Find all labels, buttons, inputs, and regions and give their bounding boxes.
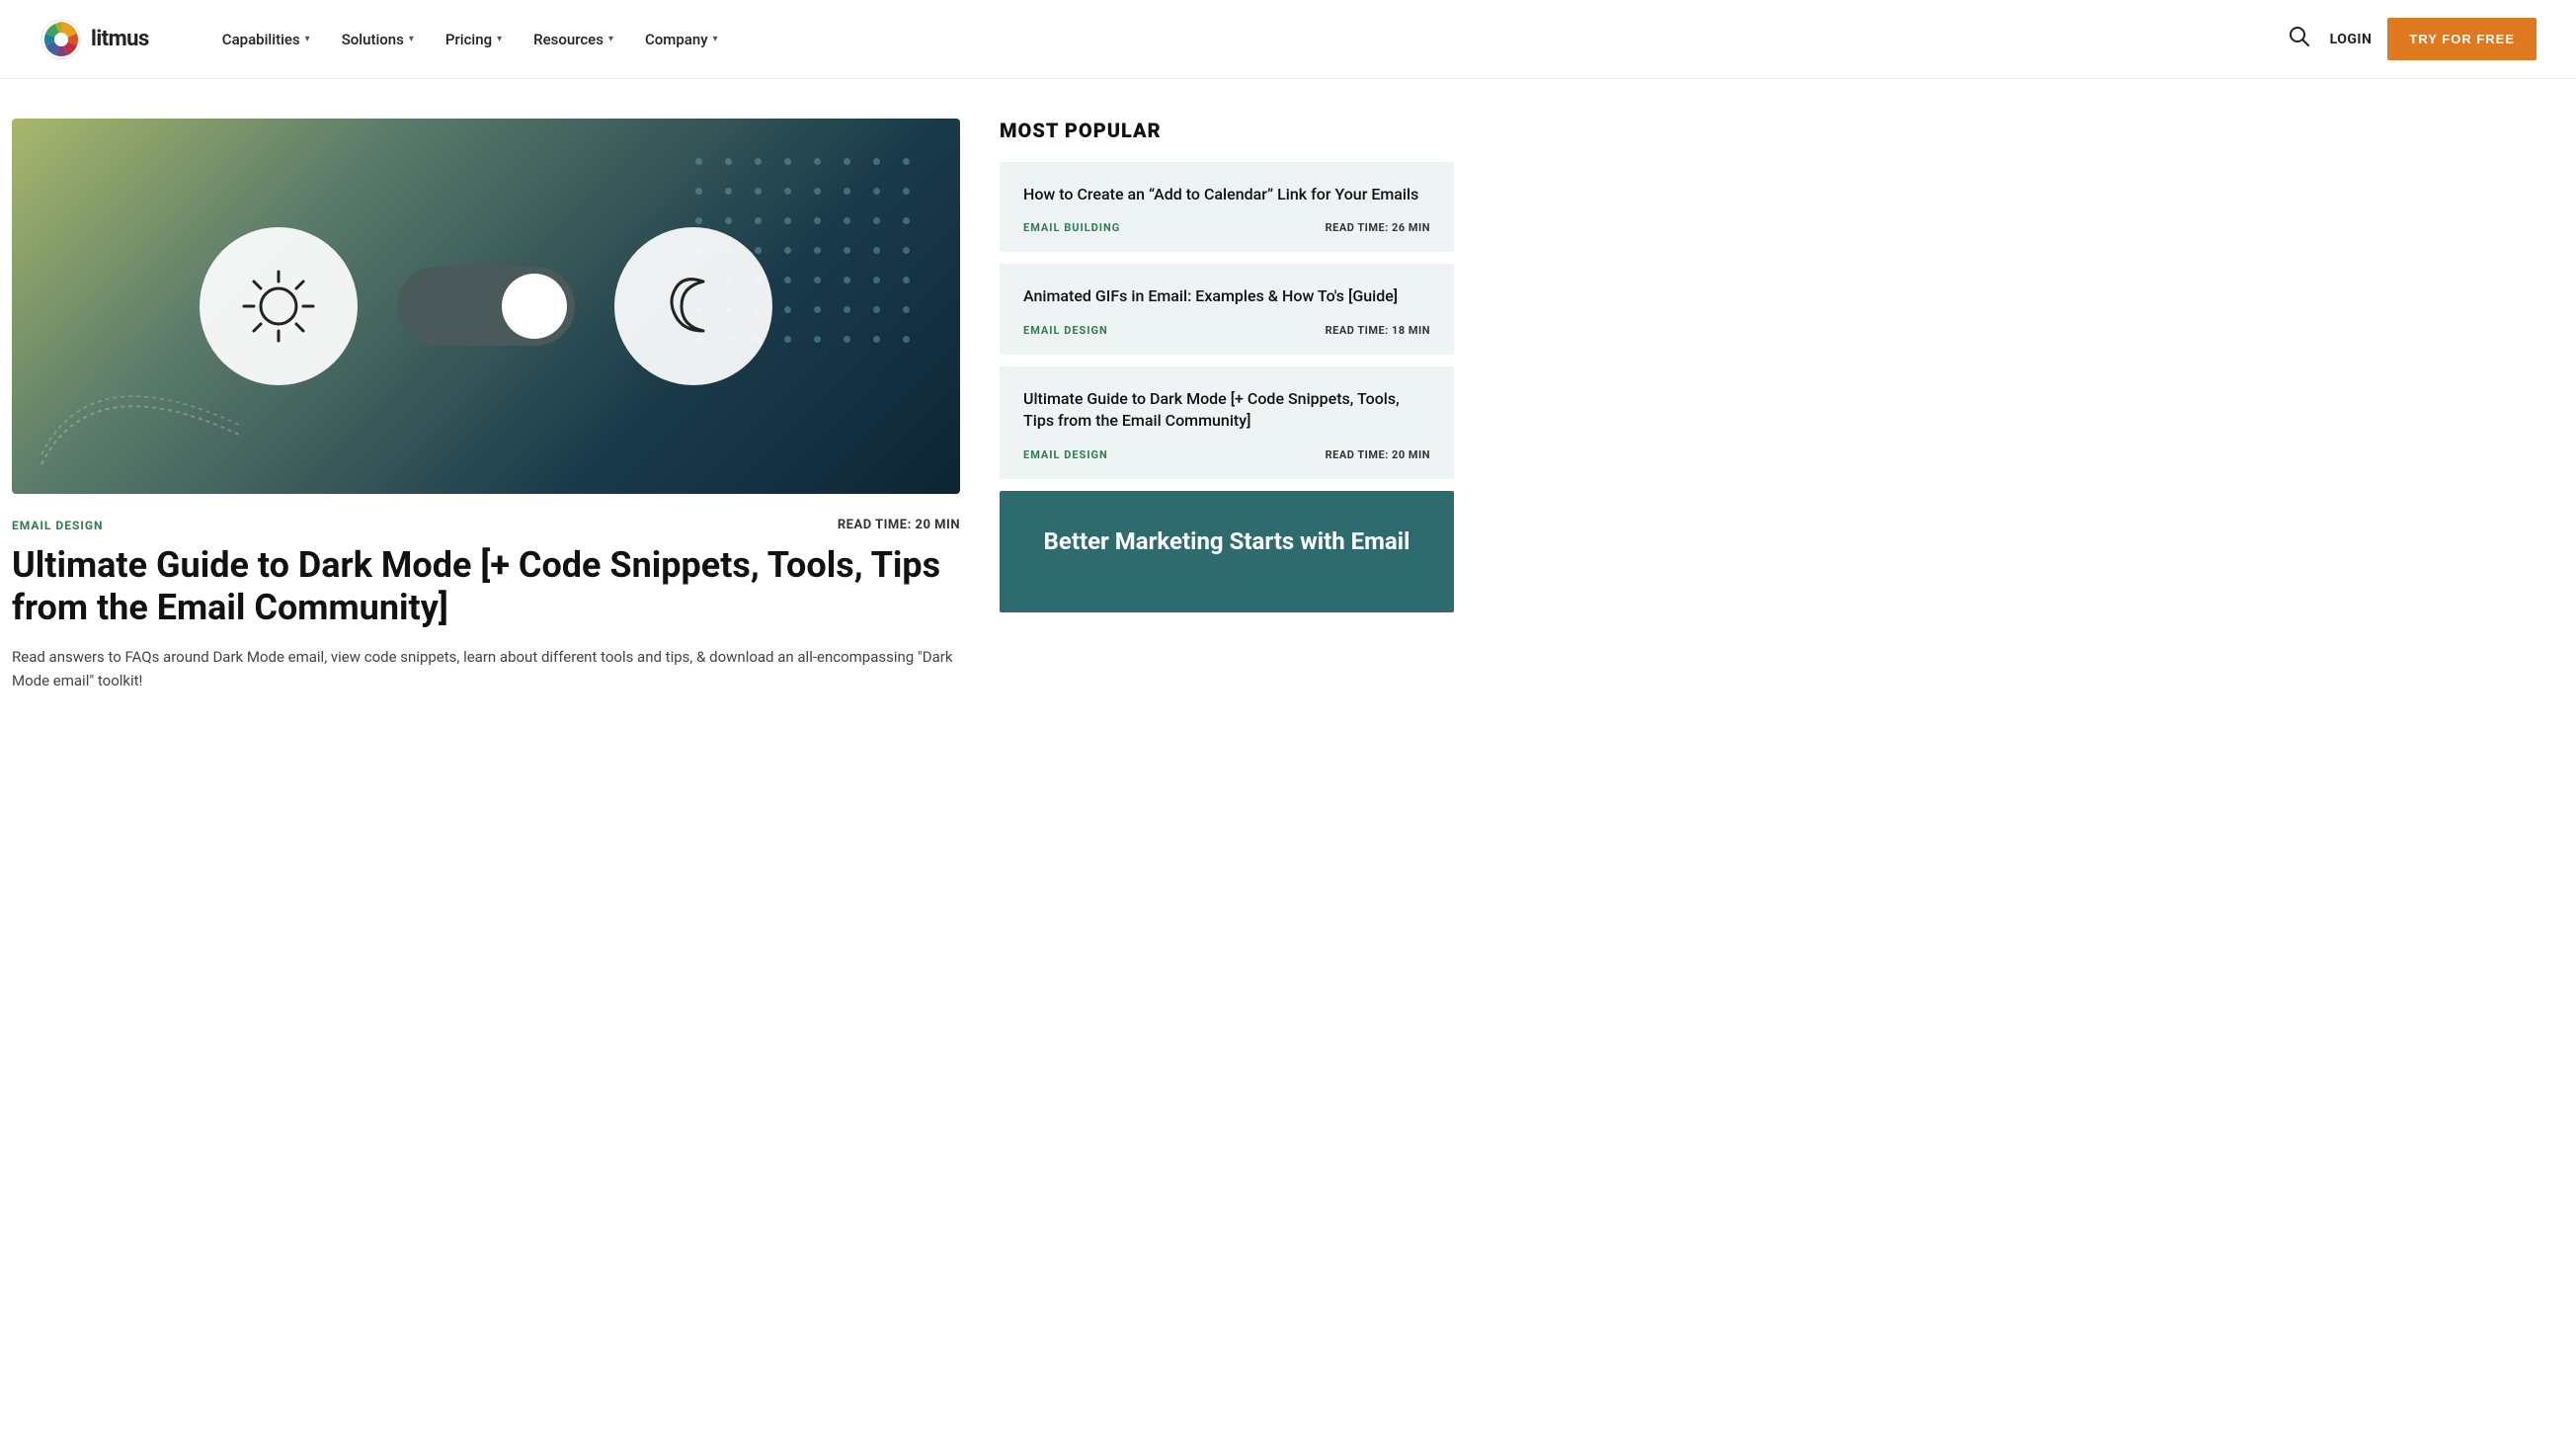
main-container: // generate dots in template after page-… bbox=[0, 79, 2576, 744]
hero-dot bbox=[725, 158, 732, 165]
hero-dot bbox=[755, 188, 762, 195]
hero-dot bbox=[784, 277, 791, 283]
hero-dot bbox=[903, 247, 910, 254]
hero-dot bbox=[873, 336, 880, 343]
hero-dot bbox=[844, 306, 850, 313]
nav-links: Capabilities ▾ Solutions ▾ Pricing ▾ Res… bbox=[208, 23, 2285, 56]
hero-dot bbox=[873, 158, 880, 165]
popular-card-1[interactable]: How to Create an “Add to Calendar” Link … bbox=[1000, 162, 1454, 252]
navigation: litmus Capabilities ▾ Solutions ▾ Pricin… bbox=[0, 0, 2576, 79]
popular-card-category-1: EMAIL BUILDING bbox=[1023, 221, 1120, 234]
popular-card-category-2: EMAIL DESIGN bbox=[1023, 324, 1108, 337]
hero-dot bbox=[873, 188, 880, 195]
hero-icons bbox=[200, 227, 772, 385]
left-content: // generate dots in template after page-… bbox=[12, 119, 960, 704]
hero-dot bbox=[903, 336, 910, 343]
hero-dot bbox=[903, 306, 910, 313]
chevron-down-icon: ▾ bbox=[305, 34, 310, 44]
search-icon[interactable] bbox=[2285, 22, 2314, 56]
article-meta-row: EMAIL DESIGN READ TIME: 20 MIN bbox=[12, 518, 960, 532]
article-description: Read answers to FAQs around Dark Mode em… bbox=[12, 645, 960, 692]
popular-card-3[interactable]: Ultimate Guide to Dark Mode [+ Code Snip… bbox=[1000, 366, 1454, 479]
nav-item-capabilities[interactable]: Capabilities ▾ bbox=[208, 23, 324, 56]
hero-dot bbox=[755, 217, 762, 224]
hero-dot bbox=[844, 336, 850, 343]
hero-dot bbox=[844, 277, 850, 283]
hero-dot bbox=[814, 158, 821, 165]
popular-card-meta-1: EMAIL BUILDING READ TIME: 26 MIN bbox=[1023, 221, 1430, 234]
hero-dot bbox=[873, 217, 880, 224]
chevron-down-icon: ▾ bbox=[713, 34, 718, 44]
hero-dot bbox=[814, 277, 821, 283]
popular-card-readtime-1: READ TIME: 26 MIN bbox=[1326, 221, 1430, 234]
right-sidebar: MOST POPULAR How to Create an “Add to Ca… bbox=[1000, 119, 1454, 612]
hero-dot bbox=[844, 188, 850, 195]
nav-item-pricing[interactable]: Pricing ▾ bbox=[432, 23, 516, 56]
article-title: Ultimate Guide to Dark Mode [+ Code Snip… bbox=[12, 544, 960, 629]
article-category: EMAIL DESIGN bbox=[12, 519, 104, 532]
hero-dot bbox=[725, 188, 732, 195]
article-read-time: READ TIME: 20 MIN bbox=[838, 518, 960, 532]
hero-dot bbox=[784, 188, 791, 195]
logo-text: litmus bbox=[91, 27, 149, 51]
popular-card-title-1: How to Create an “Add to Calendar” Link … bbox=[1023, 184, 1430, 205]
popular-card-category-3: EMAIL DESIGN bbox=[1023, 448, 1108, 461]
hero-dot bbox=[814, 188, 821, 195]
nav-item-company[interactable]: Company ▾ bbox=[631, 23, 732, 56]
popular-card-readtime-3: READ TIME: 20 MIN bbox=[1326, 448, 1430, 461]
toggle-knob bbox=[502, 274, 567, 339]
cta-card-title: Better Marketing Starts with Email bbox=[1027, 526, 1426, 557]
sun-circle bbox=[200, 227, 358, 385]
popular-card-meta-2: EMAIL DESIGN READ TIME: 18 MIN bbox=[1023, 324, 1430, 337]
hero-dot bbox=[903, 158, 910, 165]
moon-icon bbox=[654, 267, 733, 346]
chevron-down-icon: ▾ bbox=[497, 34, 502, 44]
hero-image: // generate dots in template after page-… bbox=[12, 119, 960, 494]
popular-card-readtime-2: READ TIME: 18 MIN bbox=[1326, 324, 1430, 337]
most-popular-heading: MOST POPULAR bbox=[1000, 119, 1454, 142]
hero-dot bbox=[844, 247, 850, 254]
hero-dot bbox=[903, 277, 910, 283]
hero-dot bbox=[903, 188, 910, 195]
popular-card-title-3: Ultimate Guide to Dark Mode [+ Code Snip… bbox=[1023, 388, 1430, 433]
hero-dot bbox=[873, 277, 880, 283]
nav-item-resources[interactable]: Resources ▾ bbox=[520, 23, 627, 56]
hero-dot bbox=[814, 217, 821, 224]
hero-dot bbox=[873, 306, 880, 313]
popular-card-title-2: Animated GIFs in Email: Examples & How T… bbox=[1023, 285, 1430, 307]
hero-dot bbox=[844, 158, 850, 165]
hero-dot bbox=[784, 306, 791, 313]
article-meta: EMAIL DESIGN READ TIME: 20 MIN Ultimate … bbox=[12, 494, 960, 704]
hero-dot bbox=[725, 217, 732, 224]
nav-item-solutions[interactable]: Solutions ▾ bbox=[328, 23, 428, 56]
chevron-down-icon: ▾ bbox=[608, 34, 613, 44]
hero-dot bbox=[784, 158, 791, 165]
logo-link[interactable]: litmus bbox=[40, 18, 149, 61]
hero-dot bbox=[814, 336, 821, 343]
login-button[interactable]: LOGIN bbox=[2330, 32, 2373, 47]
hero-dot bbox=[784, 247, 791, 254]
cta-card: Better Marketing Starts with Email bbox=[1000, 491, 1454, 612]
popular-card-2[interactable]: Animated GIFs in Email: Examples & How T… bbox=[1000, 264, 1454, 354]
hero-dot bbox=[873, 247, 880, 254]
moon-circle bbox=[614, 227, 772, 385]
toggle-switch[interactable] bbox=[397, 267, 575, 346]
hero-dot bbox=[814, 306, 821, 313]
hero-dot bbox=[695, 188, 702, 195]
nav-right: LOGIN TRY FOR FREE bbox=[2285, 18, 2536, 60]
logo-icon bbox=[40, 18, 83, 61]
hero-dot bbox=[844, 217, 850, 224]
hero-dot bbox=[784, 217, 791, 224]
hero-dot bbox=[903, 217, 910, 224]
chevron-down-icon: ▾ bbox=[409, 34, 414, 44]
hero-dot bbox=[755, 158, 762, 165]
hero-dot bbox=[695, 158, 702, 165]
try-for-free-button[interactable]: TRY FOR FREE bbox=[2387, 18, 2536, 60]
hero-dot bbox=[814, 247, 821, 254]
hero-dot bbox=[695, 217, 702, 224]
hero-dot bbox=[784, 336, 791, 343]
sun-icon bbox=[234, 262, 323, 351]
popular-card-meta-3: EMAIL DESIGN READ TIME: 20 MIN bbox=[1023, 448, 1430, 461]
